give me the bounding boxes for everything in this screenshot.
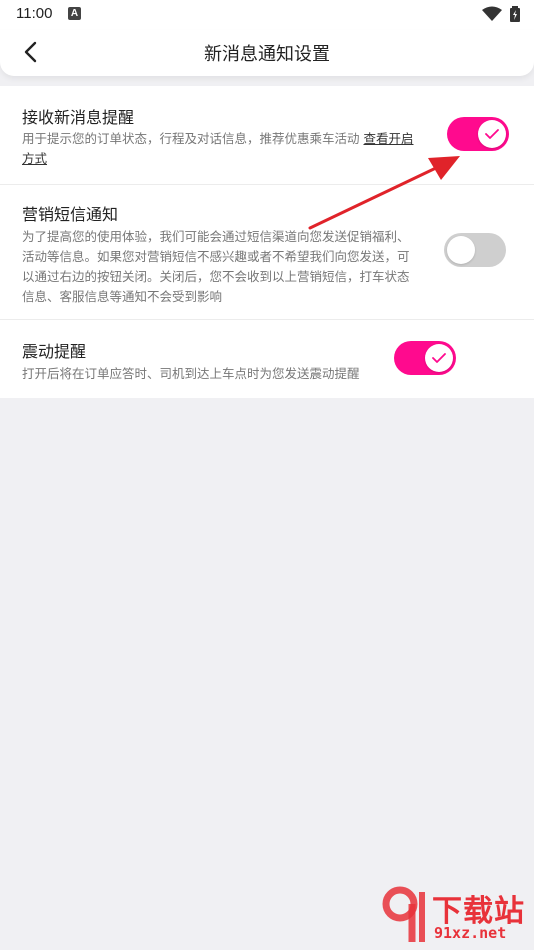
marketing-sms-toggle[interactable] [444, 233, 506, 267]
setting-title: 震动提醒 [22, 342, 87, 361]
status-time: 11:00 [16, 5, 53, 22]
new-message-toggle[interactable] [447, 117, 509, 151]
app-header: 新消息通知设置 [0, 30, 534, 76]
vibration-toggle[interactable] [394, 341, 456, 375]
a-app-icon: A [68, 7, 81, 20]
toggle-knob [425, 344, 453, 372]
toggle-knob [478, 120, 506, 148]
wifi-icon [482, 6, 502, 21]
setting-row-marketing-sms: 营销短信通知 为了提高您的使用体验，我们可能会通过短信渠道向您发送促销福利、活动… [0, 185, 534, 320]
watermark-logo-icon [382, 886, 425, 942]
watermark: 下载站 91xz.net [382, 886, 532, 948]
setting-title: 接收新消息提醒 [22, 108, 135, 127]
setting-row-new-message: 接收新消息提醒 用于提示您的订单状态，行程及对话信息，推荐优惠乘车活动 查看开启… [0, 86, 534, 185]
setting-description: 为了提高您的使用体验，我们可能会通过短信渠道向您发送促销福利、活动等信息。如果您… [22, 229, 410, 304]
toggle-knob [447, 236, 475, 264]
watermark-url: 91xz.net [434, 924, 507, 942]
check-icon [485, 129, 499, 139]
setting-description: 打开后将在订单应答时、司机到达上车点时为您发送震动提醒 [22, 366, 360, 381]
status-bar: 11:00 A [0, 0, 534, 30]
check-icon [432, 353, 446, 363]
settings-list: 接收新消息提醒 用于提示您的订单状态，行程及对话信息，推荐优惠乘车活动 查看开启… [0, 86, 534, 398]
battery-charging-icon [510, 6, 520, 22]
setting-description: 用于提示您的订单状态，行程及对话信息，推荐优惠乘车活动 查看开启方式 [22, 131, 414, 166]
setting-title: 营销短信通知 [22, 205, 119, 224]
page-title: 新消息通知设置 [204, 44, 330, 65]
setting-row-vibration: 震动提醒 打开后将在订单应答时、司机到达上车点时为您发送震动提醒 [0, 320, 534, 398]
